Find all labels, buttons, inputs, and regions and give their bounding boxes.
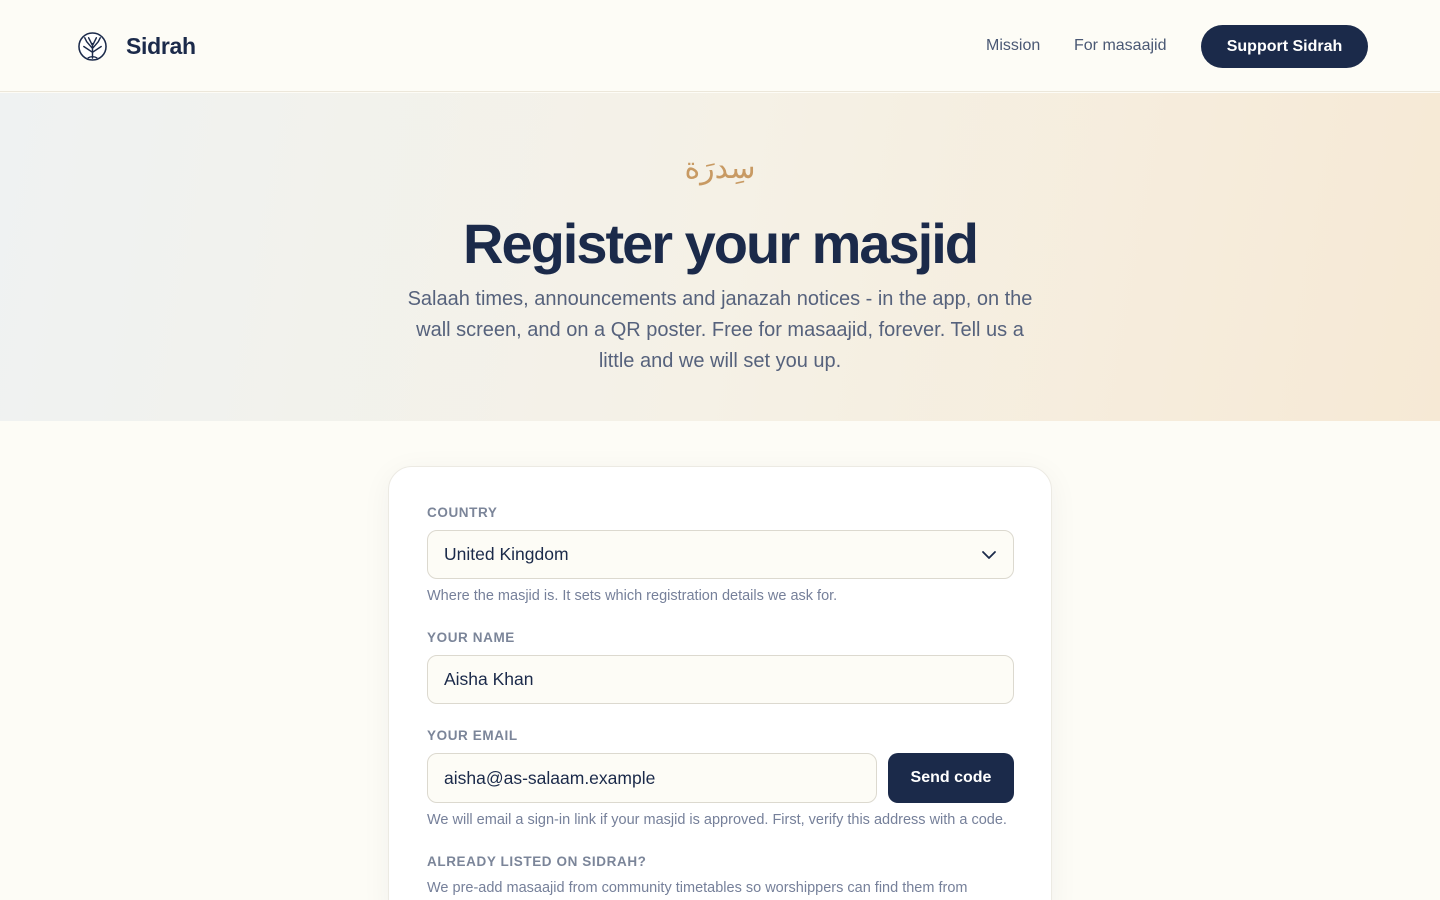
brand[interactable]: Sidrah (78, 32, 196, 61)
country-select-value: United Kingdom (444, 544, 569, 564)
hero-subtitle: Salaah times, announcements and janazah … (407, 288, 1033, 372)
already-listed-hint: We pre-add masaajid from community timet… (427, 880, 968, 896)
nav-link-for-masaajid[interactable]: For masaajid (1074, 37, 1166, 55)
brand-name: Sidrah (126, 33, 196, 59)
email-hint: We will email a sign-in link if your mas… (427, 812, 1007, 828)
support-sidrah-button[interactable]: Support Sidrah (1201, 25, 1368, 68)
chevron-down-icon (982, 551, 996, 559)
email-field[interactable] (427, 753, 877, 803)
page-title: Register your masjid (463, 212, 979, 275)
hero-section: سِدرَة Register your masjid Salaah times… (0, 93, 1440, 421)
send-code-button[interactable]: Send code (888, 753, 1014, 803)
email-input[interactable] (444, 767, 860, 789)
registration-form-card: Country United Kingdom Where the masjid … (388, 466, 1052, 900)
already-listed-label: Already listed on Sidrah? (427, 854, 647, 869)
country-hint: Where the masjid is. It sets which regis… (427, 588, 838, 604)
country-label: Country (427, 505, 498, 520)
nav-link-mission[interactable]: Mission (986, 37, 1040, 55)
name-field[interactable] (427, 655, 1014, 704)
name-input[interactable] (444, 669, 997, 690)
email-label: Your email (427, 728, 518, 743)
tree-icon (78, 32, 107, 61)
country-select[interactable]: United Kingdom (427, 530, 1014, 579)
name-label: Your name (427, 630, 515, 645)
site-header: Sidrah Mission For masaajid Support Sidr… (0, 0, 1440, 92)
hero-arabic-wordmark: سِدرَة (684, 151, 756, 186)
